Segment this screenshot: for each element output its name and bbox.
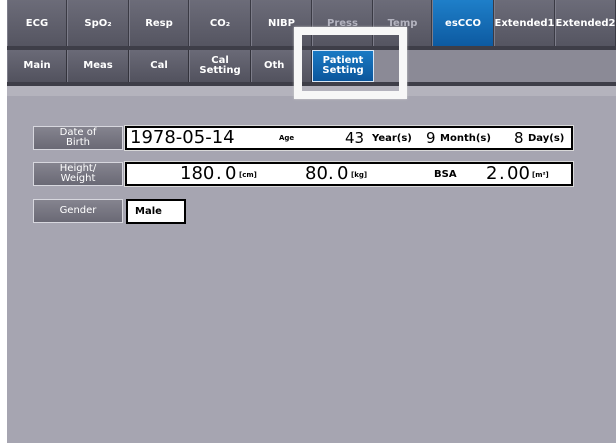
age-months-unit: Month(s) [440,133,491,144]
age-years-unit: Year(s) [372,133,412,144]
weight-unit: [kg] [351,171,368,179]
gender-value: Male [135,206,162,217]
height-unit: [cm] [239,171,257,179]
height-weight-label: Height/ Weight [59,163,97,184]
bsa-decimal-point: . [499,163,505,184]
tab-meas[interactable]: Meas [67,50,129,82]
tab-cal-setting[interactable]: Cal Setting [189,50,251,82]
tab-spo2[interactable]: SpO₂ [67,0,129,46]
gender-field[interactable]: Male [126,199,186,224]
date-of-birth-label: Date of Birth [59,127,97,148]
height-weight-button[interactable]: Height/ Weight [33,162,123,186]
tab-ecg[interactable]: ECG [7,0,67,46]
date-of-birth-button[interactable]: Date of Birth [33,126,123,150]
height-weight-field[interactable]: 180 . 0 [cm] 80 . 0 [kg] BSA 2 . 00 [m²] [125,162,573,186]
bsa-unit: [m²] [532,171,549,179]
bsa-int-value: 2 [486,163,498,184]
height-int-value: 180 [180,163,215,184]
tab-extended1[interactable]: Extended1 [494,0,555,46]
tab-cal[interactable]: Cal [129,50,189,82]
date-of-birth-field[interactable]: 1978-05-14 Age 43 Year(s) 9 Month(s) 8 D… [125,126,573,150]
birth-date-value: 1978-05-14 [130,127,235,148]
weight-decimal-value: 0 [337,163,349,184]
bsa-decimal-value: 00 [507,163,530,184]
monitor-screen: ECG SpO₂ Resp CO₂ NIBP Press Temp esCCO … [7,0,616,443]
age-months-value: 9 [426,129,436,147]
weight-int-value: 80 [305,163,328,184]
weight-decimal-point: . [328,163,334,184]
height-decimal-value: 0 [225,163,237,184]
age-label: Age [279,134,295,142]
age-days-value: 8 [514,129,524,147]
tab-co2[interactable]: CO₂ [189,0,251,46]
tab-main[interactable]: Main [7,50,67,82]
gender-button[interactable]: Gender [33,199,123,223]
age-years-value: 43 [345,129,365,147]
age-days-unit: Day(s) [528,133,565,144]
gender-label: Gender [59,205,97,216]
tab-escco[interactable]: esCCO [432,0,494,46]
bsa-label: BSA [434,169,457,180]
tab-extended2[interactable]: Extended2 [555,0,616,46]
focus-highlight-frame [294,27,407,99]
height-decimal-point: . [216,163,222,184]
tab-resp[interactable]: Resp [129,0,189,46]
